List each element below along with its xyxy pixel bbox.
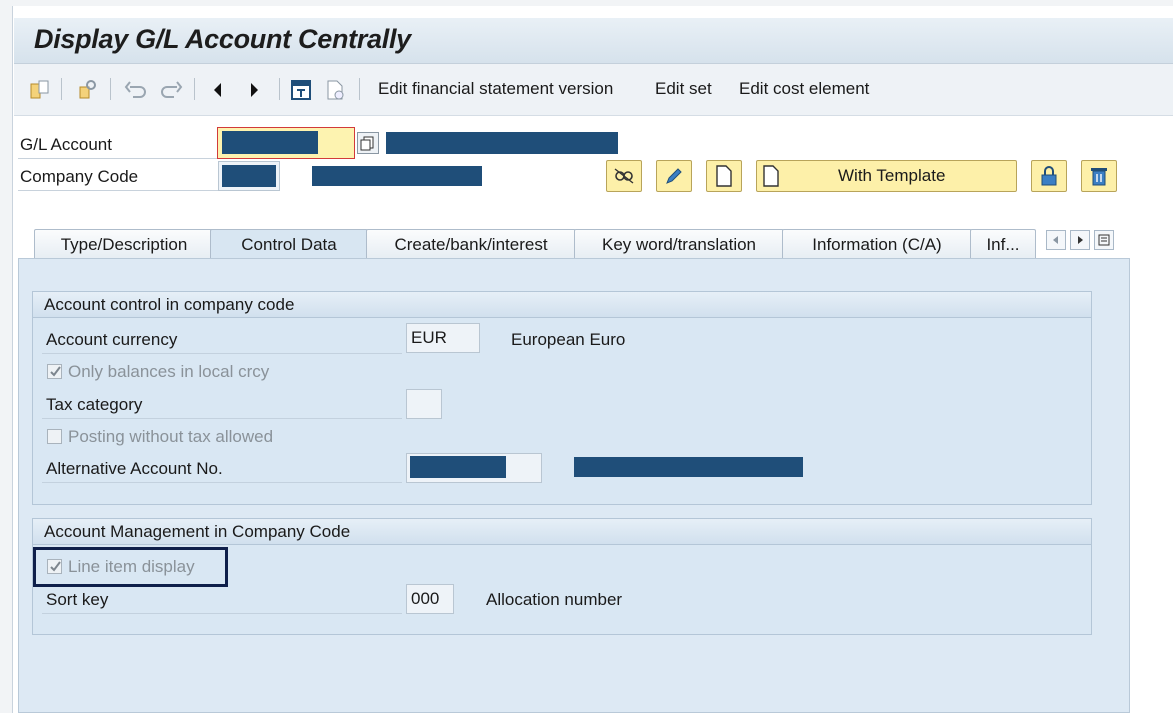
tab-type-description[interactable]: Type/Description	[34, 229, 214, 259]
account-currency-input[interactable]: EUR	[406, 323, 480, 353]
sort-key-label: Sort key	[46, 590, 109, 609]
sort-key-desc: Allocation number	[486, 590, 623, 609]
edit-cost-element-link[interactable]: Edit cost element	[739, 79, 869, 99]
where-used-icon[interactable]	[76, 78, 100, 102]
alt-account-value-redacted	[410, 456, 506, 478]
display-change-button[interactable]	[606, 160, 642, 192]
title-bar: Display G/L Account Centrally	[14, 18, 1173, 64]
posting-without-tax-checkbox[interactable]	[47, 429, 62, 444]
redo-icon[interactable]	[159, 78, 183, 102]
tab-scroll-left-icon[interactable]	[1046, 230, 1066, 250]
tab-create-bank-interest[interactable]: Create/bank/interest	[366, 229, 576, 259]
only-balances-label: Only balances in local crcy	[68, 362, 270, 381]
company-code-value-redacted	[222, 165, 276, 187]
document-icon[interactable]	[323, 78, 347, 102]
next-icon[interactable]	[242, 78, 266, 102]
other-object-icon[interactable]	[28, 78, 52, 102]
gl-account-desc-redacted	[386, 132, 618, 154]
edit-button[interactable]	[656, 160, 692, 192]
edit-fsv-link[interactable]: Edit financial statement version	[378, 79, 613, 99]
gl-account-value-redacted	[222, 131, 318, 154]
overview-icon[interactable]	[289, 78, 313, 102]
account-currency-desc: European Euro	[511, 330, 626, 349]
undo-icon[interactable]	[124, 78, 148, 102]
company-code-desc-redacted	[312, 166, 482, 186]
create-button[interactable]	[706, 160, 742, 192]
tab-list-icon[interactable]	[1094, 230, 1114, 250]
tab-control-data[interactable]: Control Data	[210, 229, 368, 259]
alt-account-label: Alternative Account No.	[46, 459, 223, 478]
tab-key-word-translation[interactable]: Key word/translation	[574, 229, 784, 259]
tab-scroll-right-icon[interactable]	[1070, 230, 1090, 250]
application-toolbar: Edit financial statement version Edit se…	[14, 64, 1173, 116]
sort-key-input[interactable]: 000	[406, 584, 454, 614]
posting-without-tax-label: Posting without tax allowed	[68, 427, 274, 446]
gl-account-label: G/L Account	[20, 135, 112, 154]
account-currency-label: Account currency	[46, 330, 178, 349]
company-code-label: Company Code	[20, 167, 139, 186]
previous-icon[interactable]	[206, 78, 230, 102]
tab-inf[interactable]: Inf...	[970, 229, 1036, 259]
only-balances-checkbox[interactable]	[47, 364, 62, 379]
tax-category-input[interactable]	[406, 389, 442, 419]
with-template-label: With Template	[838, 166, 946, 185]
edit-set-link[interactable]: Edit set	[655, 79, 712, 99]
lock-button[interactable]	[1031, 160, 1067, 192]
line-item-display-checkbox[interactable]	[47, 559, 62, 574]
with-template-button[interactable]: With Template	[756, 160, 1017, 192]
delete-button[interactable]	[1081, 160, 1117, 192]
tab-information-ca[interactable]: Information (C/A)	[782, 229, 972, 259]
alt-account-desc-redacted	[574, 457, 803, 477]
gl-account-copy-icon[interactable]	[357, 132, 379, 154]
group-account-management-title: Account Management in Company Code	[33, 519, 1091, 545]
group-account-control-title: Account control in company code	[33, 292, 1091, 318]
line-item-display-label: Line item display	[68, 557, 195, 576]
page-title: Display G/L Account Centrally	[34, 24, 411, 54]
tax-category-label: Tax category	[46, 395, 143, 414]
